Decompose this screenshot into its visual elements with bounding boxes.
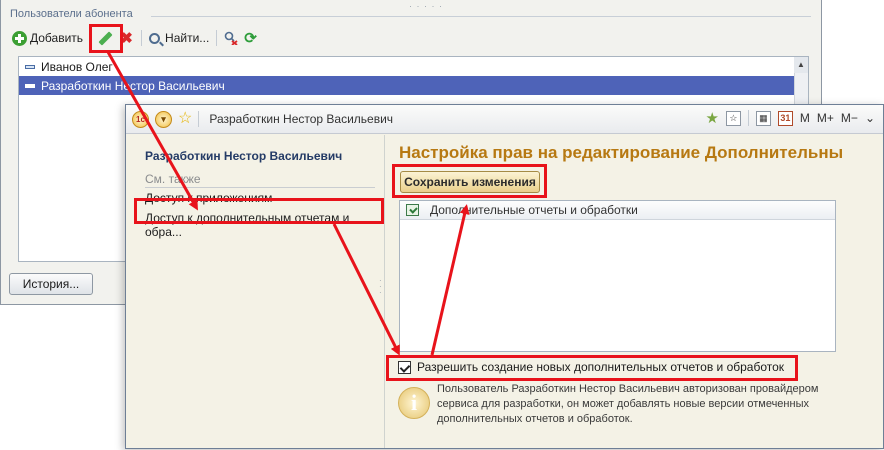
cancel-search-icon: [224, 31, 238, 45]
highlight-allow-checkbox: [386, 355, 798, 381]
column-header-reports: Дополнительные отчеты и обработки: [430, 203, 638, 217]
refresh-button[interactable]: ⟳: [241, 27, 262, 49]
find-button[interactable]: Найти...: [146, 27, 212, 49]
main-menu-icon[interactable]: ▾: [155, 110, 172, 128]
panel-title: Разработкин Нестор Васильевич: [145, 149, 343, 163]
window-title: Разработкин Нестор Васильевич: [209, 112, 394, 126]
group-divider: [151, 16, 811, 17]
history-button[interactable]: История...: [9, 273, 93, 295]
check-column-icon: [406, 204, 419, 216]
group-title: Пользователи абонента: [10, 8, 133, 20]
title-bar: 1с ▾ ☆ Разработкин Нестор Васильевич ★ ☆…: [126, 105, 883, 134]
highlight-reports-link: [134, 198, 384, 224]
highlight-edit-button: [89, 24, 123, 53]
add-button[interactable]: Добавить: [9, 27, 86, 49]
app-logo-icon[interactable]: 1с: [132, 110, 149, 128]
info-message: Пользователь Разработкин Нестор Васильев…: [437, 383, 819, 425]
see-also-divider: [145, 187, 375, 188]
toolbar-separator: [216, 30, 218, 46]
table-header[interactable]: Дополнительные отчеты и обработки: [400, 201, 835, 220]
add-icon: [12, 30, 27, 46]
title-separator: [747, 110, 749, 126]
see-also-label: См. также: [145, 172, 201, 186]
memory-button[interactable]: M: [800, 111, 810, 125]
row-marker-icon: [25, 83, 35, 88]
row-marker-icon: [25, 64, 35, 69]
page-title: Настройка прав на редактирование Дополни…: [399, 143, 844, 162]
panel-resize-grip[interactable]: · · ·: [379, 277, 382, 297]
cancel-search-button[interactable]: [221, 27, 241, 49]
highlight-save-button: [392, 164, 547, 198]
users-toolbar: Добавить ✖ Найти... ⟳: [9, 26, 262, 50]
title-separator: [198, 111, 200, 127]
title-tools: ★ ☆ ▦ 31 M M+ M− ⌄: [705, 109, 875, 127]
splitter-grip[interactable]: · · · · ·: [409, 1, 443, 11]
chevron-down-icon[interactable]: ⌄: [865, 111, 875, 125]
user-name: Разработкин Нестор Васильевич: [41, 78, 225, 93]
reports-table[interactable]: Дополнительные отчеты и обработки: [399, 200, 836, 352]
history-icon[interactable]: ☆: [725, 110, 741, 126]
navigation-panel: Разработкин Нестор Васильевич См. также …: [126, 135, 385, 448]
calendar-icon[interactable]: 31: [777, 110, 793, 126]
memory-minus-button[interactable]: M−: [841, 111, 858, 125]
find-button-label: Найти...: [165, 31, 210, 45]
refresh-icon: ⟳: [244, 29, 257, 47]
calculator-icon[interactable]: ▦: [755, 110, 771, 126]
search-icon: [149, 32, 161, 44]
list-item[interactable]: Иванов Олег: [19, 57, 808, 76]
toolbar-separator: [141, 30, 143, 46]
add-button-label: Добавить: [30, 31, 84, 45]
info-icon: i: [398, 387, 430, 419]
add-favorite-icon[interactable]: ★: [705, 109, 718, 127]
user-name: Иванов Олег: [41, 59, 113, 74]
scroll-up-icon[interactable]: ▲: [794, 57, 808, 73]
favorite-star-icon[interactable]: ☆: [178, 111, 192, 127]
list-item[interactable]: Разработкин Нестор Васильевич: [19, 76, 808, 95]
user-settings-window: 1с ▾ ☆ Разработкин Нестор Васильевич ★ ☆…: [125, 104, 884, 449]
memory-plus-button[interactable]: M+: [817, 111, 834, 125]
